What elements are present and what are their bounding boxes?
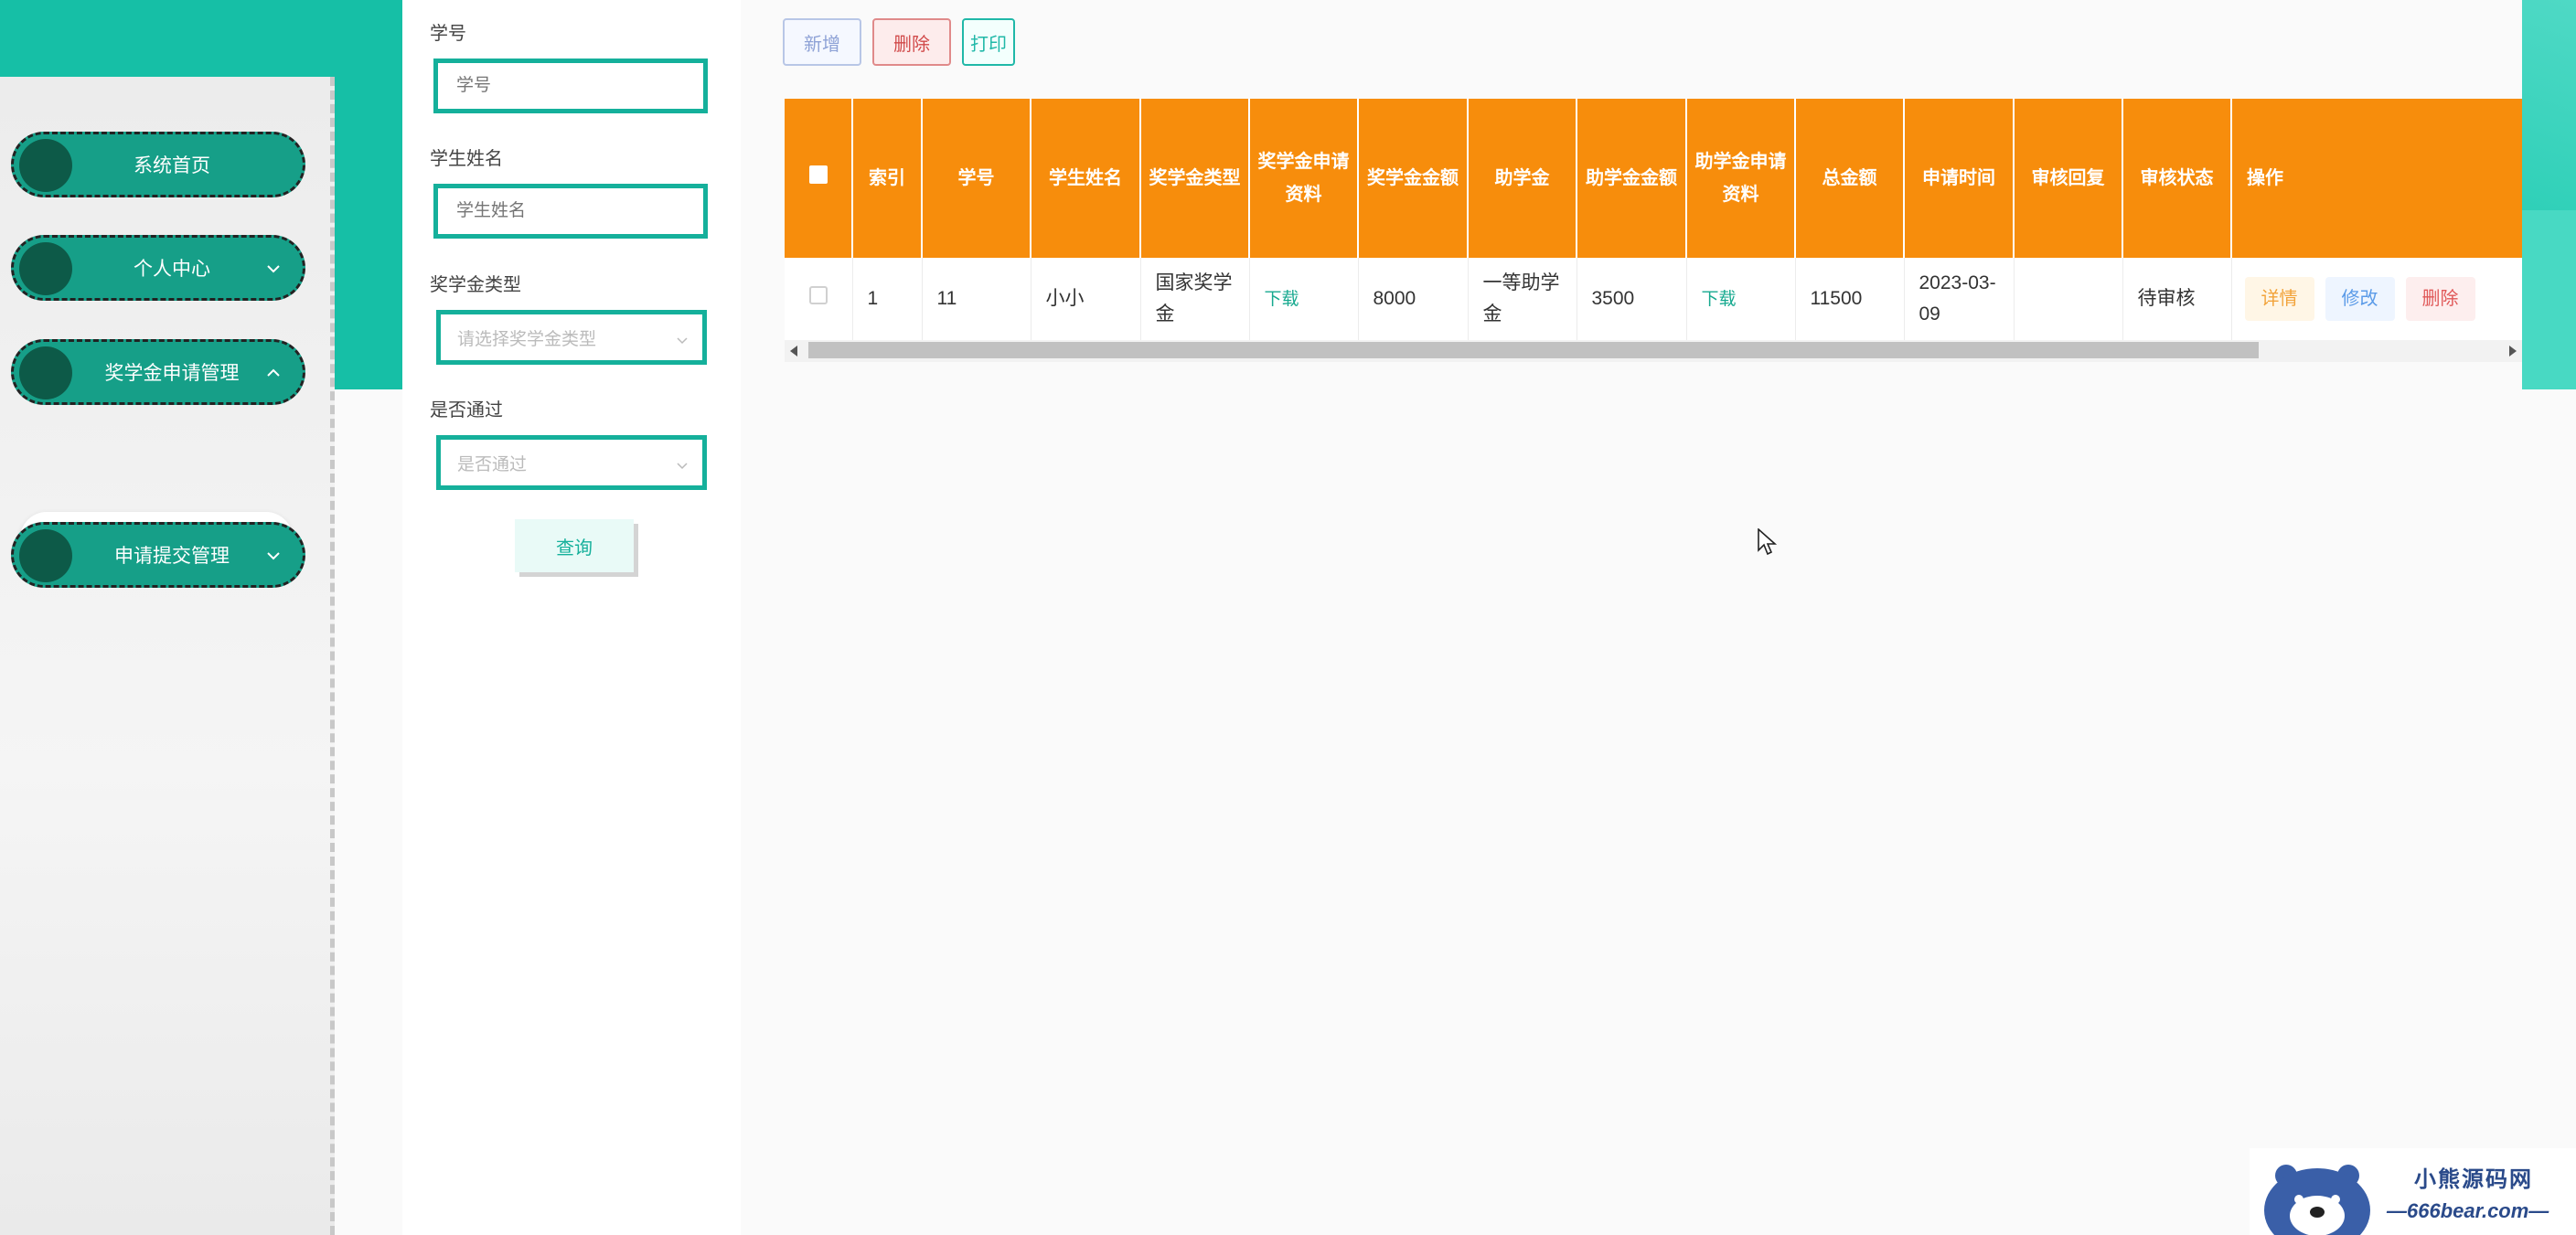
cell-grant: 一等助学金	[1468, 258, 1577, 340]
scrollbar-thumb[interactable]	[808, 342, 2259, 358]
sidebar-item-personal-center[interactable]: 个人中心	[11, 235, 305, 301]
grant-file-download-link[interactable]: 下载	[1702, 290, 1737, 309]
table-header-row: 索引 学号 学生姓名 奖学金类型 奖学金申请资料 奖学金金额 助学金 助学金金额…	[785, 99, 2522, 258]
student-id-label: 学号	[430, 24, 466, 44]
approved-placeholder: 是否通过	[457, 454, 528, 474]
table-horizontal-scrollbar[interactable]	[785, 340, 2522, 362]
sidebar-item-label: 申请提交管理	[114, 546, 230, 567]
table-row: 1 11 小小 国家奖学金 下载 8000 一等助学金 3500 下载 1150…	[785, 258, 2522, 340]
cell-student-id: 11	[922, 258, 1031, 340]
watermark-title: 小熊源码网	[2414, 1167, 2533, 1192]
scroll-right-icon[interactable]	[2509, 346, 2517, 357]
row-select-cell[interactable]	[785, 258, 853, 340]
search-button[interactable]: 查询	[515, 519, 634, 572]
data-table: 索引 学号 学生姓名 奖学金类型 奖学金申请资料 奖学金金额 助学金 助学金金额…	[785, 99, 2522, 362]
select-all-checkbox[interactable]	[808, 165, 828, 184]
cell-student-name: 小小	[1031, 258, 1141, 340]
student-name-input[interactable]	[433, 184, 708, 239]
scholarship-file-download-link[interactable]: 下载	[1265, 290, 1299, 309]
chevron-down-icon	[677, 337, 688, 345]
mouse-cursor-icon	[1758, 528, 1778, 556]
approved-select[interactable]: 是否通过	[436, 435, 707, 490]
column-header: 学号	[922, 99, 1031, 258]
cell-scholarship-amount: 8000	[1358, 258, 1469, 340]
cell-index: 1	[852, 258, 923, 340]
row-delete-button[interactable]: 删除	[2405, 277, 2475, 321]
sidebar-item-submission-management[interactable]: 申请提交管理	[11, 522, 305, 588]
cell-scholarship-type: 国家奖学金	[1140, 258, 1250, 340]
row-checkbox[interactable]	[808, 286, 828, 304]
column-header: 索引	[852, 99, 923, 258]
student-name-label: 学生姓名	[430, 149, 503, 169]
filter-panel: 学号 学生姓名 奖学金类型 请选择奖学金类型 是否通过 是否通过 查询	[402, 0, 741, 1235]
column-header: 总金额	[1795, 99, 1905, 258]
column-header: 操作	[2231, 99, 2522, 258]
scholarship-type-select[interactable]: 请选择奖学金类型	[436, 310, 707, 365]
cell-apply-time: 2023-03-09	[1904, 258, 2015, 340]
watermark: 小熊源码网 —666bear.com—	[2250, 1148, 2576, 1235]
chevron-up-icon	[267, 368, 280, 377]
cell-total: 11500	[1795, 258, 1905, 340]
delete-button[interactable]: 删除	[872, 18, 951, 66]
column-header: 奖学金金额	[1358, 99, 1469, 258]
approved-label: 是否通过	[430, 400, 503, 421]
sidebar-item-home[interactable]: 系统首页	[11, 132, 305, 197]
cell-operations: 详情 修改 删除	[2231, 258, 2522, 340]
column-header: 助学金申请资料	[1686, 99, 1796, 258]
right-decoration	[2522, 0, 2576, 389]
chevron-down-icon	[267, 552, 280, 560]
sidebar-item-label: 奖学金申请管理	[104, 363, 240, 384]
column-header: 助学金金额	[1577, 99, 1687, 258]
column-header: 奖学金类型	[1140, 99, 1250, 258]
scholarship-type-label: 奖学金类型	[430, 275, 521, 295]
scholarship-type-placeholder: 请选择奖学金类型	[457, 329, 597, 349]
chevron-down-icon	[677, 463, 688, 470]
column-header: 学生姓名	[1031, 99, 1141, 258]
sidebar-item-label: 个人中心	[134, 259, 210, 280]
print-button[interactable]: 打印	[962, 18, 1015, 66]
add-button[interactable]: 新增	[783, 18, 861, 66]
column-header: 审核状态	[2122, 99, 2232, 258]
cell-grant-amount: 3500	[1577, 258, 1687, 340]
column-header: 奖学金申请资料	[1249, 99, 1359, 258]
sidebar-item-label: 系统首页	[134, 155, 210, 176]
cell-review-reply	[2014, 258, 2123, 340]
select-all-header[interactable]	[785, 99, 853, 258]
chevron-down-icon	[267, 265, 280, 273]
sidebar: 系统首页 个人中心 奖学金申请管理 奖学金申请 申请提交管理	[0, 77, 335, 1235]
cell-grant-file: 下载	[1686, 258, 1796, 340]
sidebar-item-scholarship-management[interactable]: 奖学金申请管理	[11, 339, 305, 405]
cell-review-status: 待审核	[2122, 258, 2232, 340]
student-id-input[interactable]	[433, 59, 708, 113]
watermark-url: —666bear.com—	[2387, 1199, 2549, 1222]
edit-button[interactable]: 修改	[2325, 277, 2395, 321]
column-header: 申请时间	[1904, 99, 2015, 258]
bear-logo-icon	[2264, 1165, 2370, 1235]
scroll-left-icon[interactable]	[790, 346, 797, 357]
column-header: 审核回复	[2014, 99, 2123, 258]
column-header: 助学金	[1468, 99, 1577, 258]
detail-button[interactable]: 详情	[2244, 277, 2314, 321]
cell-scholarship-file: 下载	[1249, 258, 1359, 340]
